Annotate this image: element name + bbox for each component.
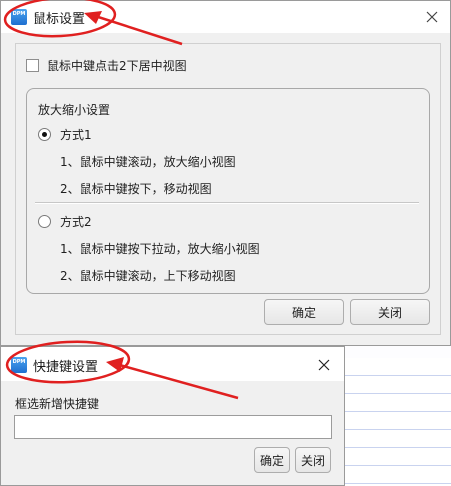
option2-line1: 1、鼠标中键按下拉动，放大缩小视图 [60, 242, 260, 256]
mouse-settings-title: 鼠标设置 [33, 12, 86, 27]
mouse-settings-titlebar: DPM 鼠标设置 [1, 1, 450, 33]
center-view-checkbox[interactable] [26, 58, 39, 72]
mouse-settings-panel: 鼠标中键点击2下居中视图 放大缩小设置 方式1 1、鼠标中键滚动，放大缩小视图 … [15, 43, 441, 335]
mouse-ok-button[interactable]: 确定 [264, 299, 344, 325]
shortcut-settings-dialog: DPM 快捷键设置 框选新增快捷键 确定 关闭 [0, 346, 345, 486]
group-separator [35, 202, 419, 204]
shortcut-settings-title: 快捷键设置 [33, 360, 99, 375]
center-view-checkbox-label: 鼠标中键点击2下居中视图 [47, 58, 187, 73]
zoom-settings-group: 放大缩小设置 方式1 1、鼠标中键滚动，放大缩小视图 2、鼠标中键按下，移动视图… [26, 88, 430, 294]
close-icon[interactable] [316, 357, 332, 373]
shortcut-field-label: 框选新增快捷键 [15, 397, 100, 411]
background-lines [345, 358, 451, 486]
option1-label: 方式1 [60, 128, 92, 142]
option2-radio[interactable] [38, 215, 51, 228]
option1-line2: 2、鼠标中键按下，移动视图 [60, 182, 212, 196]
shortcut-close-button[interactable]: 关闭 [295, 447, 331, 473]
mouse-settings-dialog: DPM 鼠标设置 鼠标中键点击2下居中视图 放大缩小设置 方式1 1、鼠标中键滚… [0, 0, 451, 346]
option2-radio-row[interactable]: 方式2 [38, 213, 92, 230]
shortcut-ok-button[interactable]: 确定 [254, 447, 290, 473]
center-view-checkbox-row[interactable]: 鼠标中键点击2下居中视图 [26, 57, 187, 73]
app-icon: DPM [11, 9, 27, 25]
app-icon: DPM [11, 357, 27, 373]
option1-radio-row[interactable]: 方式1 [38, 126, 92, 143]
zoom-group-title: 放大缩小设置 [38, 103, 111, 117]
shortcut-input[interactable] [14, 415, 332, 439]
mouse-close-button[interactable]: 关闭 [350, 299, 430, 325]
close-icon[interactable] [424, 9, 440, 25]
shortcut-settings-titlebar: DPM 快捷键设置 [1, 347, 344, 381]
option1-line1: 1、鼠标中键滚动，放大缩小视图 [60, 155, 236, 169]
option2-label: 方式2 [60, 215, 92, 229]
option2-line2: 2、鼠标中键滚动，上下移动视图 [60, 269, 236, 283]
option1-radio[interactable] [38, 128, 51, 141]
